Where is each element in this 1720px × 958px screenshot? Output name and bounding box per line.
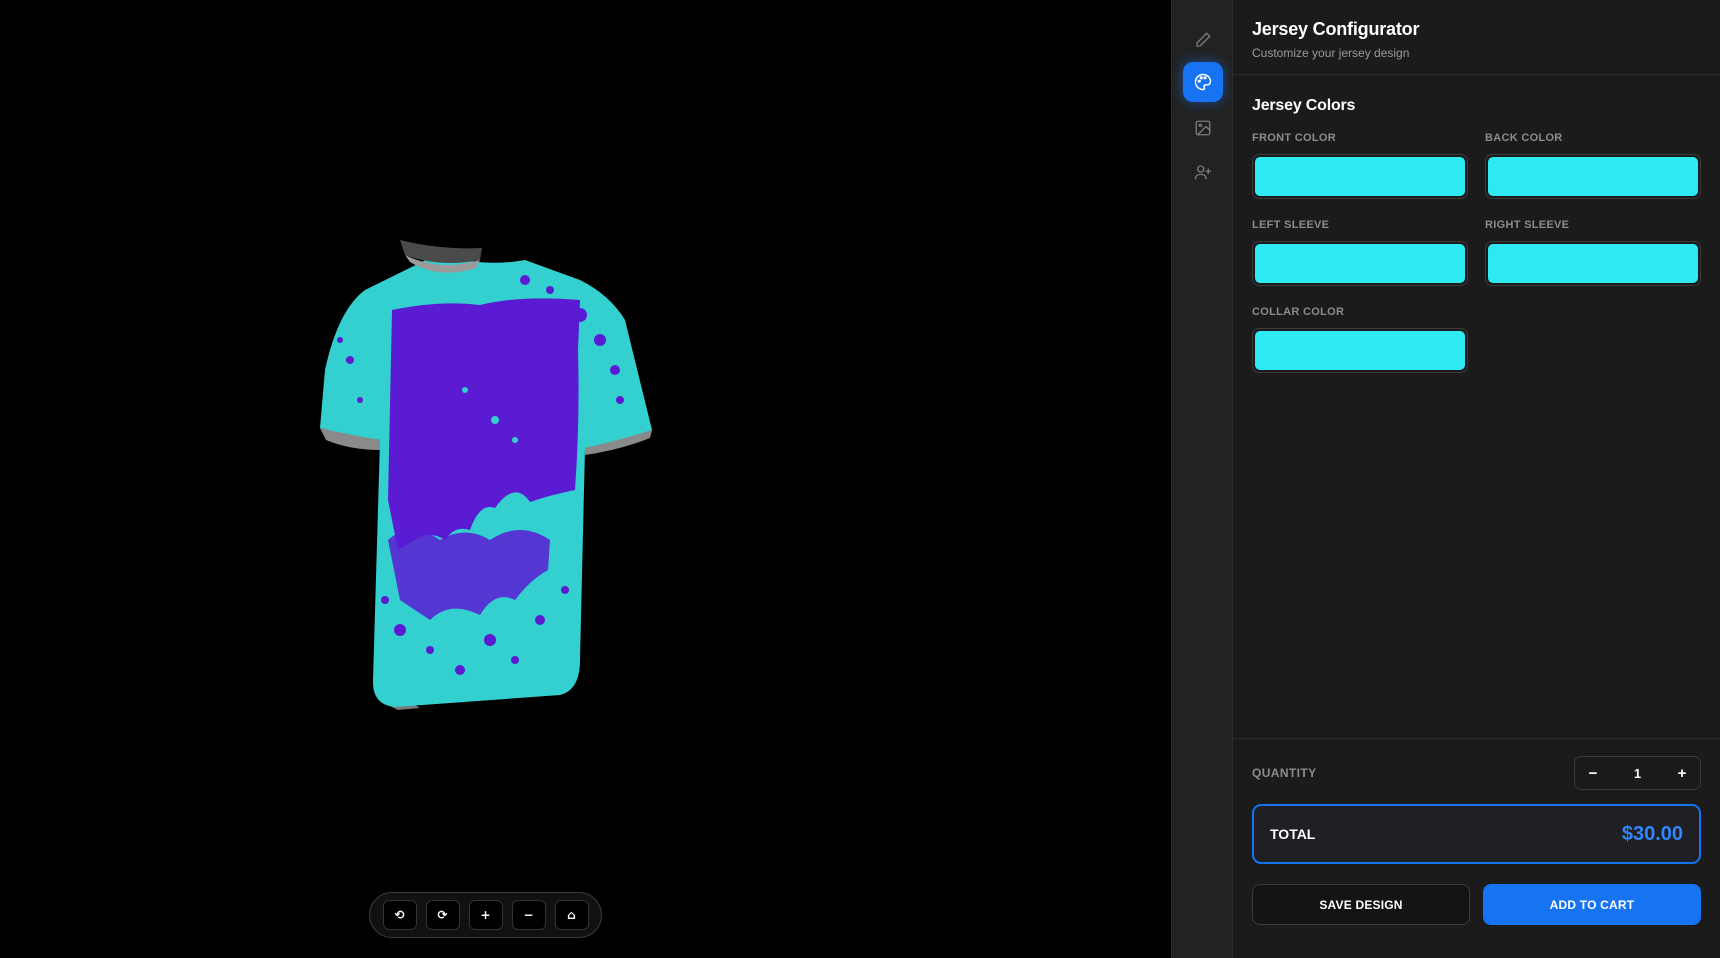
rail-item-players[interactable]: [1183, 152, 1223, 192]
rotate-right-icon[interactable]: ⟳: [425, 900, 460, 930]
color-fill: [1255, 331, 1465, 370]
collar-color-swatch[interactable]: [1252, 328, 1468, 373]
page-subtitle: Customize your jersey design: [1252, 46, 1410, 60]
field-label: BACK COLOR: [1485, 132, 1563, 144]
color-fill: [1255, 244, 1465, 283]
decrement-button[interactable]: −: [1583, 761, 1603, 785]
rotate-left-icon[interactable]: ⟲: [382, 900, 417, 930]
zoom-out-icon[interactable]: −: [511, 900, 546, 930]
right-sleeve-field: RIGHT SLEEVE: [1485, 219, 1701, 286]
front-color-swatch[interactable]: [1252, 154, 1468, 199]
rail-item-colors[interactable]: [1183, 62, 1223, 102]
back-color-swatch[interactable]: [1485, 154, 1701, 199]
image-edit-icon: [1195, 120, 1211, 136]
field-label: LEFT SLEEVE: [1252, 219, 1330, 231]
front-color-field: FRONT COLOR: [1252, 132, 1468, 199]
collar-color-field: COLLAR COLOR: [1252, 306, 1468, 373]
configurator-panel: Jersey Configurator Customize your jerse…: [1233, 0, 1720, 958]
view-controls: ⟲ ⟳ + − ⌂: [369, 892, 602, 938]
left-sleeve-field: LEFT SLEEVE: [1252, 219, 1468, 286]
field-label: RIGHT SLEEVE: [1485, 219, 1570, 231]
app: ⟲ ⟳ + − ⌂ Jersey Configurator Customize …: [0, 0, 1720, 958]
color-fill: [1488, 244, 1698, 283]
action-buttons: SAVE DESIGN ADD TO CART: [1252, 884, 1701, 925]
page-title: Jersey Configurator: [1252, 19, 1420, 39]
right-sleeve-swatch[interactable]: [1485, 241, 1701, 286]
quantity-label: QUANTITY: [1252, 766, 1317, 780]
rail-item-images[interactable]: [1183, 108, 1223, 148]
user-add-icon: [1194, 165, 1212, 180]
section-title: Jersey Colors: [1252, 97, 1356, 114]
order-footer: QUANTITY − 1 + TOTAL $30.00 SAVE DESIGN …: [1233, 738, 1720, 958]
color-fill: [1255, 157, 1465, 196]
color-fill: [1488, 157, 1698, 196]
save-design-button[interactable]: SAVE DESIGN: [1252, 884, 1470, 925]
quantity-stepper: − 1 +: [1574, 756, 1701, 790]
increment-button[interactable]: +: [1672, 761, 1692, 785]
home-icon[interactable]: ⌂: [554, 900, 589, 930]
zoom-in-icon[interactable]: +: [468, 900, 503, 930]
quantity-value: 1: [1633, 765, 1642, 781]
palette-icon: [1194, 73, 1212, 91]
left-sleeve-swatch[interactable]: [1252, 241, 1468, 286]
quantity-row: QUANTITY − 1 +: [1252, 756, 1701, 790]
jersey-colors-section: Jersey Colors FRONT COLOR BACK COLOR LEF…: [1233, 75, 1720, 373]
add-to-cart-button[interactable]: ADD TO CART: [1483, 884, 1701, 925]
panel-header: Jersey Configurator Customize your jerse…: [1233, 0, 1720, 75]
tool-rail: [1171, 0, 1233, 958]
total-price: $30.00: [1621, 822, 1683, 845]
pencil-icon: [1196, 32, 1211, 47]
back-color-field: BACK COLOR: [1485, 132, 1701, 199]
jersey-3d-model[interactable]: [280, 240, 680, 720]
field-label: COLLAR COLOR: [1252, 306, 1345, 318]
total-label: TOTAL: [1270, 826, 1316, 842]
total-box: TOTAL $30.00: [1252, 804, 1701, 864]
field-label: FRONT COLOR: [1252, 132, 1336, 144]
rail-item-text[interactable]: [1183, 20, 1223, 60]
jersey-viewport[interactable]: ⟲ ⟳ + − ⌂: [0, 0, 1171, 958]
